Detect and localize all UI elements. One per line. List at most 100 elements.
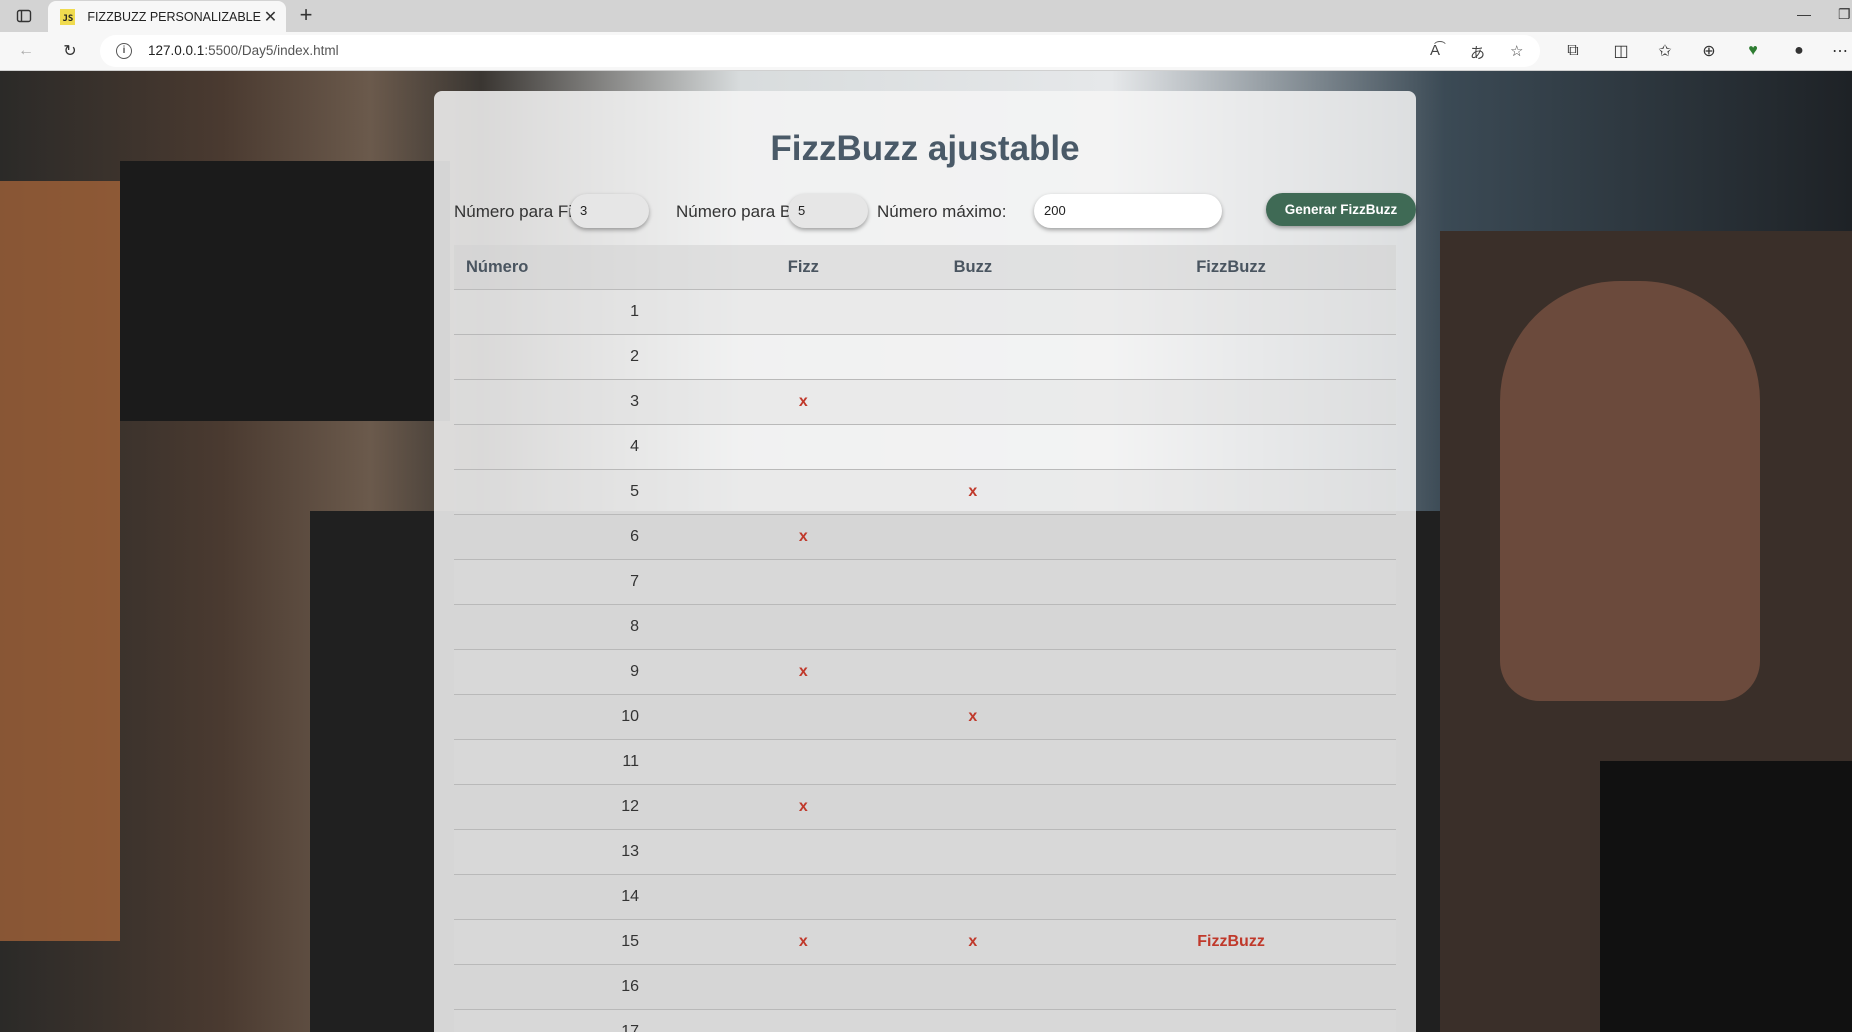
fizz-mark: x	[798, 528, 808, 545]
cell-fizz: x	[727, 379, 880, 425]
cell-fizz	[727, 289, 880, 335]
cell-fizz	[727, 964, 880, 1010]
cell-buzz: x	[879, 469, 1067, 515]
cell-buzz	[879, 379, 1067, 425]
split-screen-icon[interactable]: ◫	[1611, 41, 1631, 61]
cell-fizz	[727, 874, 880, 920]
cell-fizz	[727, 559, 880, 605]
minimize-icon[interactable]: —	[1797, 6, 1811, 22]
collections-icon[interactable]: ⊕	[1699, 41, 1719, 61]
background-photo-shape	[0, 181, 120, 941]
cell-fizzbuzz	[1066, 334, 1396, 380]
cell-number: 6	[454, 514, 727, 560]
favorite-star-icon[interactable]: ☆	[1510, 42, 1523, 60]
cell-fizz	[727, 469, 880, 515]
cell-number: 15	[454, 919, 727, 965]
table-body: 1 2 3 x 4 5 x 6 x 7 8 9 x 10 x 11 12 x 13 14 15 x x FizzBuzz 16 1…	[454, 289, 1396, 1032]
table-row: 2	[454, 334, 1396, 380]
cell-fizz: x	[727, 514, 880, 560]
fizz-mark: x	[798, 663, 808, 680]
controls-row: Número para Fizz: 3 Número para Buzz: 5 …	[454, 192, 1416, 232]
cell-number: 17	[454, 1009, 727, 1032]
restore-icon[interactable]: ❐	[1838, 6, 1851, 23]
table-row: 10 x	[454, 694, 1396, 740]
cell-number: 10	[454, 694, 727, 740]
background-photo-shape	[120, 161, 450, 421]
fizz-mark: x	[798, 933, 808, 950]
table-row: 8	[454, 604, 1396, 650]
buzz-mark: x	[968, 708, 978, 725]
profile-icon[interactable]: ●	[1789, 41, 1809, 61]
background-photo-shape	[1500, 281, 1760, 701]
header-numero: Número	[454, 245, 727, 290]
table-row: 17	[454, 1009, 1396, 1032]
translate-icon[interactable]: あ	[1470, 42, 1485, 63]
favorites-icon[interactable]: ✩	[1655, 41, 1675, 61]
table-row: 4	[454, 424, 1396, 470]
more-menu-icon[interactable]: ⋯	[1830, 41, 1850, 61]
fizzbuzz-mark: FizzBuzz	[1197, 933, 1265, 950]
url-path: :5500/Day5/index.html	[204, 43, 339, 58]
page-title: FizzBuzz ajustable	[770, 129, 1080, 168]
cell-fizzbuzz	[1066, 874, 1396, 920]
generate-fizzbuzz-button[interactable]: Generar FizzBuzz	[1266, 193, 1416, 226]
cell-fizz	[727, 1009, 880, 1032]
refresh-icon[interactable]: ↻	[60, 41, 80, 61]
cell-fizzbuzz	[1066, 1009, 1396, 1032]
site-info-icon[interactable]: i	[116, 43, 132, 59]
cell-number: 2	[454, 334, 727, 380]
cell-number: 14	[454, 874, 727, 920]
tab-close-icon[interactable]: ✕	[261, 7, 280, 27]
cell-buzz	[879, 784, 1067, 830]
cell-number: 12	[454, 784, 727, 830]
fizz-number-input[interactable]: 3	[570, 194, 649, 228]
browser-essentials-icon[interactable]: ♥	[1743, 41, 1763, 61]
cell-number: 8	[454, 604, 727, 650]
workspaces-icon[interactable]	[16, 8, 32, 24]
cell-fizzbuzz	[1066, 559, 1396, 605]
cell-fizzbuzz	[1066, 739, 1396, 785]
new-tab-button[interactable]: +	[294, 4, 318, 28]
cell-buzz	[879, 424, 1067, 470]
browser-tab[interactable]: JS FIZZBUZZ PERSONALIZABLE ✕	[48, 1, 286, 32]
max-label: Número máximo:	[877, 202, 1007, 221]
table-row: 12 x	[454, 784, 1396, 830]
fizz-mark: x	[798, 393, 808, 410]
read-aloud-icon[interactable]: A͡	[1430, 42, 1440, 59]
cell-fizzbuzz	[1066, 649, 1396, 695]
browser-tab-strip: JS FIZZBUZZ PERSONALIZABLE ✕ + — ❐	[0, 0, 1852, 32]
header-fizzbuzz: FizzBuzz	[1066, 245, 1396, 290]
cell-number: 16	[454, 964, 727, 1010]
cell-buzz	[879, 289, 1067, 335]
cell-fizz: x	[727, 784, 880, 830]
cell-buzz	[879, 334, 1067, 380]
cell-number: 7	[454, 559, 727, 605]
address-url[interactable]: 127.0.0.1:5500/Day5/index.html	[148, 43, 339, 58]
cell-fizzbuzz	[1066, 379, 1396, 425]
extensions-icon[interactable]: ⧉	[1563, 41, 1583, 61]
page-viewport: FizzBuzz ajustable Número para Fizz: 3 N…	[0, 71, 1852, 1032]
address-bar[interactable]: i 127.0.0.1:5500/Day5/index.html A͡ あ ☆	[100, 35, 1540, 67]
cell-fizzbuzz	[1066, 289, 1396, 335]
table-row: 15 x x FizzBuzz	[454, 919, 1396, 965]
cell-buzz: x	[879, 694, 1067, 740]
cell-buzz	[879, 964, 1067, 1010]
table-row: 9x	[454, 649, 1396, 695]
table-header-row: Número Fizz Buzz FizzBuzz	[454, 245, 1396, 290]
buzz-number-input[interactable]: 5	[788, 194, 868, 228]
cell-number: 13	[454, 829, 727, 875]
cell-fizzbuzz	[1066, 784, 1396, 830]
cell-fizzbuzz	[1066, 604, 1396, 650]
cell-fizz	[727, 739, 880, 785]
browser-toolbar: ← ↻ i 127.0.0.1:5500/Day5/index.html A͡ …	[0, 32, 1852, 71]
cell-fizzbuzz	[1066, 829, 1396, 875]
cell-fizzbuzz	[1066, 514, 1396, 560]
max-number-input[interactable]: 200	[1034, 194, 1222, 228]
cell-buzz	[879, 559, 1067, 605]
cell-fizzbuzz	[1066, 964, 1396, 1010]
back-icon[interactable]: ←	[16, 41, 36, 61]
cell-fizzbuzz	[1066, 424, 1396, 470]
background-photo-shape	[1600, 761, 1852, 1032]
table-row: 13	[454, 829, 1396, 875]
cell-number: 11	[454, 739, 727, 785]
